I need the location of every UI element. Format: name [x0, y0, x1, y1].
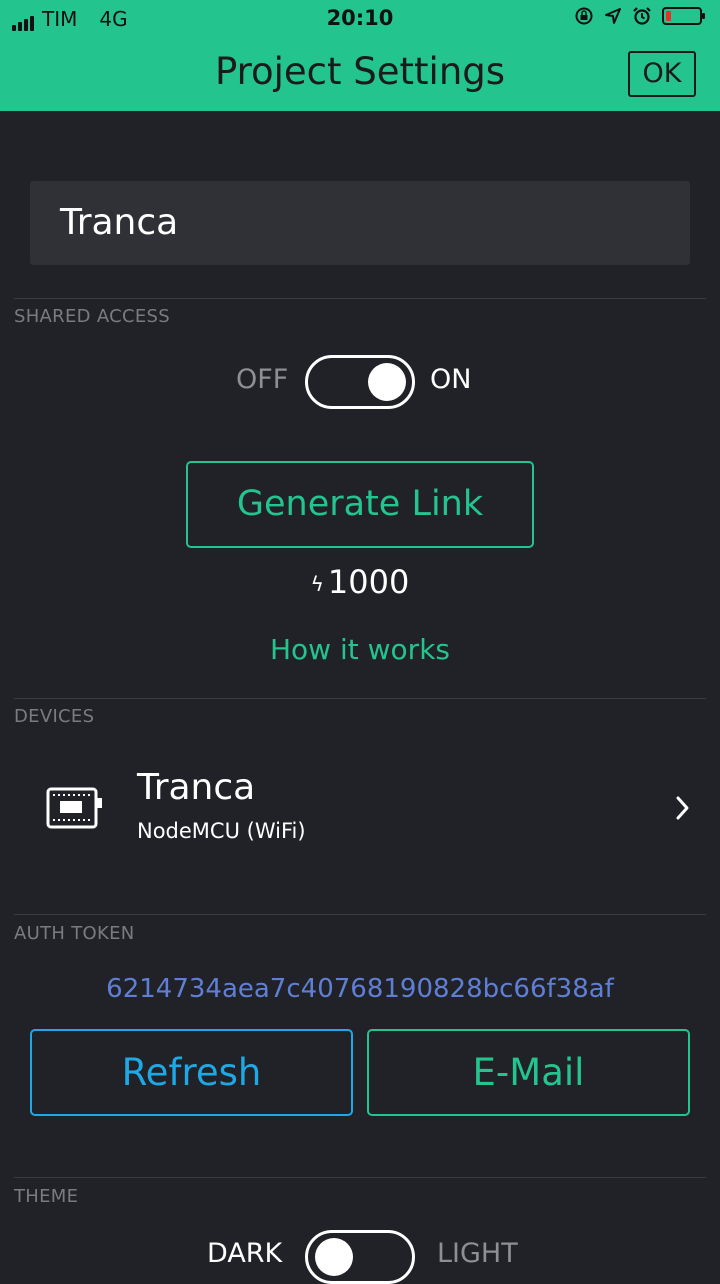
energy-value: 1000: [327, 563, 410, 601]
chevron-right-icon: [676, 796, 689, 820]
toggle-knob: [315, 1238, 353, 1276]
theme-light-label: LIGHT: [437, 1238, 518, 1269]
divider: [14, 298, 706, 299]
orientation-lock-icon: [575, 7, 593, 25]
status-bar: TIM 4G 20:10: [0, 0, 720, 36]
energy-balance: ϟ 1000: [0, 563, 720, 601]
device-type: NodeMCU (WiFi): [137, 819, 306, 843]
device-name: Tranca: [137, 767, 256, 808]
page-title: Project Settings: [214, 50, 506, 93]
toggle-knob: [368, 363, 406, 401]
theme-label: THEME: [14, 1186, 79, 1207]
how-it-works-link[interactable]: How it works: [0, 633, 720, 666]
divider: [14, 698, 706, 699]
toggle-on-label: ON: [430, 364, 472, 395]
auth-token-label: AUTH TOKEN: [14, 923, 135, 944]
divider: [14, 1177, 706, 1178]
shared-access-label: SHARED ACCESS: [14, 306, 170, 327]
app-header: TIM 4G 20:10 Project Settings OK: [0, 0, 720, 111]
divider: [14, 914, 706, 915]
theme-dark-label: DARK: [207, 1238, 283, 1269]
alarm-icon: [633, 7, 651, 25]
battery-icon: [662, 7, 705, 25]
energy-bolt-icon: ϟ: [310, 572, 324, 596]
theme-toggle[interactable]: [305, 1230, 415, 1284]
generate-link-button[interactable]: Generate Link: [186, 461, 534, 548]
toggle-off-label: OFF: [236, 364, 289, 395]
project-name-input[interactable]: Tranca: [30, 181, 690, 265]
device-list-item[interactable]: Tranca NodeMCU (WiFi): [0, 745, 720, 875]
shared-access-toggle[interactable]: [305, 355, 415, 409]
refresh-button[interactable]: Refresh: [30, 1029, 353, 1116]
ok-button[interactable]: OK: [628, 51, 696, 97]
devices-label: DEVICES: [14, 706, 95, 727]
auth-token-value[interactable]: 6214734aea7c40768190828bc66f38af: [0, 974, 720, 1004]
board-icon: [46, 787, 102, 829]
location-arrow-icon: [605, 8, 621, 24]
email-button[interactable]: E-Mail: [367, 1029, 690, 1116]
